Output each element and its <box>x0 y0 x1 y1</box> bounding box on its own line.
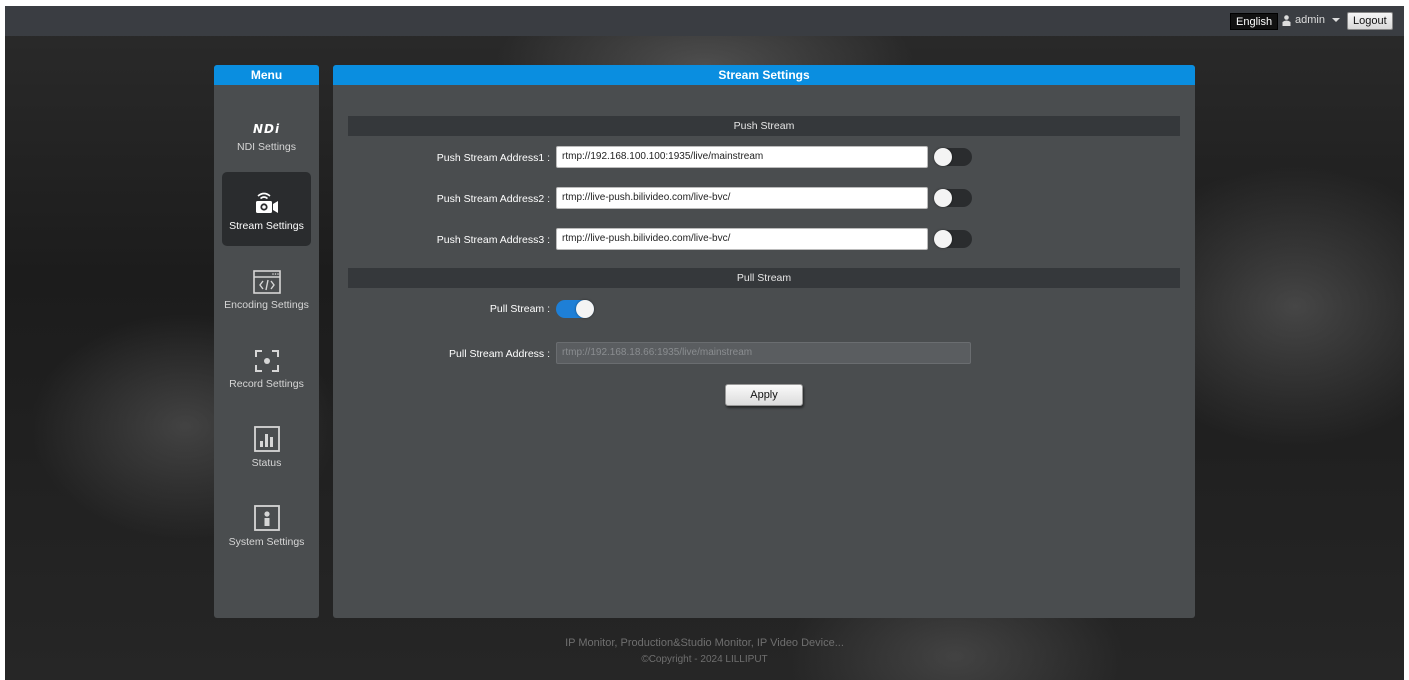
code-window-icon <box>252 270 281 294</box>
push-address-3-input[interactable]: rtmp://live-push.bilivideo.com/live-bvc/ <box>556 228 928 250</box>
sidebar-item-label: Stream Settings <box>229 220 304 232</box>
bar-chart-icon <box>253 426 280 452</box>
sidebar-item-label: Record Settings <box>229 378 304 390</box>
stream-camera-icon <box>255 192 278 213</box>
toggle-knob <box>934 230 952 248</box>
toggle-knob <box>934 189 952 207</box>
push-address-1-input[interactable]: rtmp://192.168.100.100:1935/live/mainstr… <box>556 146 928 168</box>
ndi-logo: NDi <box>252 122 281 136</box>
app-frame: English admin Logout Menu NDi NDI Settin… <box>5 6 1404 680</box>
pull-stream-toggle[interactable] <box>556 300 594 318</box>
pull-stream-label: Pull Stream : <box>489 303 550 315</box>
logout-button[interactable]: Logout <box>1347 12 1393 30</box>
footer-copyright: ©Copyright - 2024 LILLIPUT <box>641 654 768 665</box>
user-menu[interactable]: admin <box>1282 14 1340 26</box>
sidebar-menu: Menu NDi NDI Settings Stream Settings En… <box>214 65 319 618</box>
system-person-icon <box>253 505 280 531</box>
sidebar-item-status[interactable]: Status <box>222 409 311 483</box>
push-address-1-toggle[interactable] <box>934 148 972 166</box>
chevron-down-icon <box>1331 18 1340 22</box>
sidebar-item-stream-settings[interactable]: Stream Settings <box>222 172 311 246</box>
user-name: admin <box>1295 14 1325 26</box>
sidebar-item-label: System Settings <box>228 536 305 548</box>
panel-title: Stream Settings <box>333 65 1195 85</box>
record-focus-icon <box>254 350 279 372</box>
footer-tagline: IP Monitor, Production&Studio Monitor, I… <box>565 637 844 649</box>
pull-address-label: Pull Stream Address : <box>449 348 550 360</box>
sidebar-item-label: Status <box>251 457 282 469</box>
pull-address-input[interactable]: rtmp://192.168.18.66:1935/live/mainstrea… <box>556 342 971 364</box>
sidebar-item-label: NDI Settings <box>237 141 296 153</box>
sidebar-item-system-settings[interactable]: System Settings <box>222 488 311 562</box>
push-address-1-label: Push Stream Address1 : <box>436 152 550 164</box>
stream-settings-panel: Stream Settings Push Stream Push Stream … <box>333 65 1195 618</box>
toggle-knob <box>576 300 594 318</box>
sidebar-item-record-settings[interactable]: Record Settings <box>222 330 311 404</box>
sidebar-title: Menu <box>214 65 319 85</box>
push-address-3-label: Push Stream Address3 : <box>436 234 550 246</box>
push-address-3-toggle[interactable] <box>934 230 972 248</box>
language-button[interactable]: English <box>1230 13 1279 30</box>
apply-button[interactable]: Apply <box>725 384 803 406</box>
toggle-knob <box>934 148 952 166</box>
sidebar-item-label: Encoding Settings <box>224 299 309 311</box>
push-address-2-toggle[interactable] <box>934 189 972 207</box>
sidebar-item-encoding-settings[interactable]: Encoding Settings <box>222 251 311 325</box>
push-stream-section-header: Push Stream <box>348 116 1180 136</box>
pull-stream-section-header: Pull Stream <box>348 268 1180 288</box>
push-address-2-input[interactable]: rtmp://live-push.bilivideo.com/live-bvc/ <box>556 187 928 209</box>
sidebar-item-ndi-settings[interactable]: NDi NDI Settings <box>222 93 311 167</box>
push-address-2-label: Push Stream Address2 : <box>436 193 550 205</box>
top-bar: English admin Logout <box>5 6 1404 36</box>
user-icon <box>1282 14 1291 26</box>
